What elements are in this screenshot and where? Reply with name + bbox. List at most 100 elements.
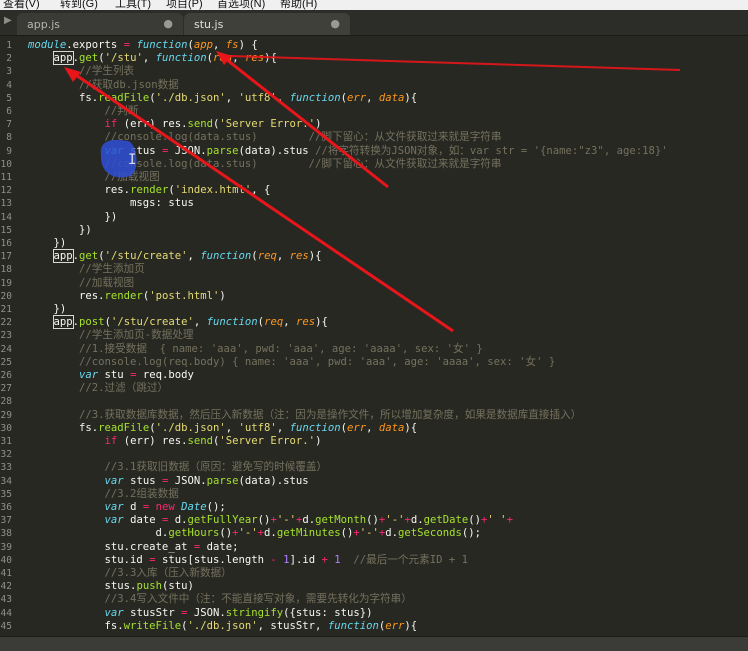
code-line[interactable]: fs.writeFile('./db.json', stusStr, funct… [28, 619, 418, 633]
code-line[interactable]: }) [28, 224, 92, 237]
line-number: 40 [0, 554, 12, 566]
menu-preferences[interactable]: 首选项(N) [217, 0, 265, 10]
code-token: render [104, 289, 143, 302]
code-line[interactable]: //1.接受数据 { name: 'aaa', pwd: 'aaa', age:… [28, 343, 483, 356]
menu-goto[interactable]: 转到(G) [60, 0, 98, 10]
code-line[interactable]: //3.2组装数据 [28, 488, 179, 501]
code-line[interactable]: if (err) res.send('Server Error.') [28, 118, 322, 131]
code-line[interactable]: //console.log(data.stus) //脚下留心：从文件获取过来就… [28, 131, 502, 144]
code-line[interactable]: app.post('/stu/create', function(req, re… [28, 315, 328, 330]
code-line[interactable]: stu.create_at = date; [28, 541, 239, 554]
line-number: 7 [6, 119, 12, 131]
code-token: stus[stus.length [155, 553, 271, 566]
code-comment: //3.4写入文件中（注：不能直接写对象，需要先转化为字符串） [28, 593, 412, 606]
code-token: var [104, 514, 124, 527]
code-line[interactable]: //获取db.json数据 [28, 79, 179, 92]
code-line[interactable]: }) [28, 237, 67, 250]
code-line[interactable]: }) [28, 303, 67, 316]
code-token: 'index.html' [174, 184, 252, 197]
code-token: '/stu/create' [110, 316, 194, 329]
code-token: send [187, 435, 213, 447]
code-token: (); [461, 527, 481, 540]
sidebar-toggle-icon[interactable]: ▶ [4, 15, 12, 26]
line-number: 39 [0, 541, 12, 553]
code-token: ) { [238, 39, 258, 51]
code-token: 'Server Error.' [219, 435, 316, 447]
code-token: , [225, 421, 239, 434]
menu-view[interactable]: 查看(V) [3, 0, 40, 10]
code-line[interactable]: var stus = JSON.parse(data).stus //将字符转换… [28, 145, 668, 158]
code-line[interactable]: app.get('/stu', function(req, res){ [28, 51, 277, 66]
menu-project[interactable]: 项目(P) [166, 0, 203, 10]
code-token: stus. [28, 580, 137, 593]
code-editor[interactable]: module.exports = function(app, fs) { app… [28, 36, 748, 636]
code-line[interactable]: //学生列表 [28, 65, 134, 78]
code-line[interactable]: //判断 [28, 105, 139, 118]
menu-tools[interactable]: 工具(T) [115, 0, 151, 10]
code-token: stus [123, 474, 162, 487]
code-line[interactable]: //学生添加页 [28, 263, 145, 276]
code-token: d. [302, 514, 316, 527]
code-line[interactable]: var stusStr = JSON.stringify({stus: stus… [28, 607, 373, 620]
code-comment: //加载视图 [28, 171, 160, 183]
code-token: res [244, 52, 265, 65]
code-line[interactable]: var stu = req.body [28, 369, 194, 382]
code-token: }) [28, 223, 92, 236]
code-line[interactable]: //3.1获取旧数据（原因：避免写的时候覆盖） [28, 461, 328, 474]
code-token: err [347, 91, 367, 104]
code-token: , [276, 421, 290, 434]
code-line[interactable]: res.render('post.html') [28, 290, 226, 303]
code-line[interactable]: stu.id = stus[stus.length - 1].id + 1 //… [28, 554, 468, 567]
tab-stu-js[interactable]: stu.js ● [184, 13, 350, 35]
code-token: d [123, 501, 143, 513]
code-line[interactable]: var stus = JSON.parse(data).stus [28, 475, 309, 488]
line-number: 26 [0, 370, 12, 381]
code-token: () [257, 514, 271, 527]
code-line[interactable]: //console.log(req.body) { name: 'aaa', p… [28, 356, 555, 369]
code-line[interactable]: //console.log(data.stus) //脚下留心：从文件获取过来就… [28, 158, 502, 171]
code-line[interactable]: app.get('/stu/create', function(req, res… [28, 249, 322, 264]
tab-modified-dot-icon[interactable]: ● [330, 17, 340, 30]
code-token: stu [98, 369, 131, 381]
tab-label: app.js [27, 18, 60, 31]
code-line[interactable]: //学生添加页-数据处理 [28, 329, 194, 342]
code-token: , [276, 91, 290, 104]
code-token: () [219, 527, 233, 540]
menu-help[interactable]: 帮助(H) [280, 0, 317, 10]
code-line[interactable]: //加载视图 [28, 277, 134, 290]
code-token: new [155, 501, 175, 513]
line-number: 28 [0, 396, 12, 408]
code-line[interactable]: var date = d.getFullYear()+'-'+d.getMont… [28, 514, 513, 527]
line-number: 12 [0, 185, 12, 197]
code-token: ){ [404, 619, 418, 632]
code-line[interactable]: var d = new Date(); [28, 501, 226, 514]
code-line[interactable]: msgs: stus [28, 197, 194, 210]
code-token: ) [219, 289, 226, 302]
code-line[interactable]: //3.4写入文件中（注：不能直接写对象，需要先转化为字符串） [28, 593, 412, 606]
code-line[interactable]: res.render('index.html', { [28, 184, 271, 197]
tab-app-js[interactable]: app.js ● [17, 13, 183, 35]
code-token: ){ [404, 91, 418, 104]
line-number: 31 [0, 436, 12, 447]
tab-modified-dot-icon[interactable]: ● [163, 17, 173, 30]
line-number: 29 [0, 409, 12, 421]
code-line[interactable]: //加载视图 [28, 171, 160, 184]
code-token: '-' [276, 514, 296, 527]
code-line[interactable]: stus.push(stu) [28, 580, 194, 593]
code-line[interactable]: }) [28, 211, 118, 224]
line-number: 30 [0, 422, 12, 434]
code-line[interactable]: module.exports = function(app, fs) { [28, 39, 258, 52]
code-token: readFile [98, 91, 150, 104]
code-token: send [187, 118, 213, 131]
code-line[interactable]: fs.readFile('./db.json', 'utf8', functio… [28, 92, 417, 105]
code-line[interactable]: //3.获取数据库数据，然后压入新数据（注：因为是操作文件，所以增加复杂度，如果… [28, 409, 581, 422]
code-line[interactable]: if (err) res.send('Server Error.') [28, 435, 322, 448]
code-line[interactable]: //3.3入库（压入新数据） [28, 567, 232, 580]
code-comment: //console.log(req.body) { name: 'aaa', p… [28, 355, 556, 368]
code-line[interactable]: fs.readFile('./db.json', 'utf8', functio… [28, 422, 417, 435]
code-line[interactable]: //2.过滤（跳过） [28, 382, 168, 395]
line-number: 6 [6, 106, 12, 117]
code-line[interactable]: d.getHours()+'-'+d.getMinutes()+'-'+d.ge… [28, 527, 481, 540]
